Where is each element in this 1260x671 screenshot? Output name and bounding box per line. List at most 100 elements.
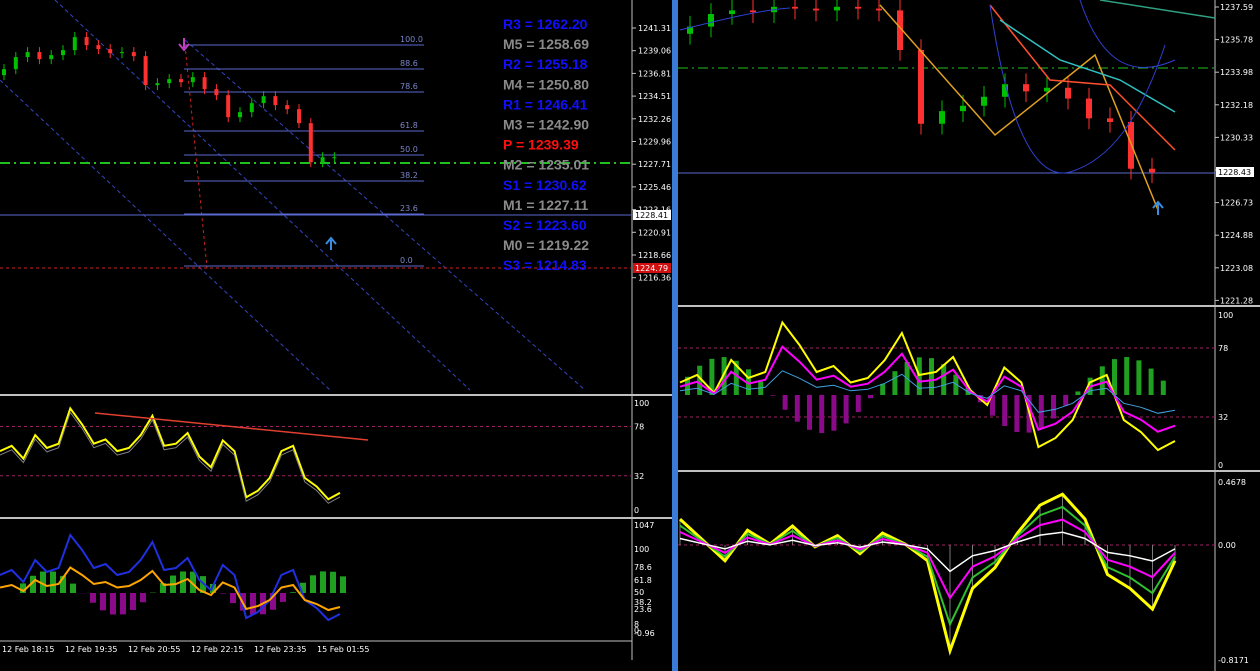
right-osc1-histogram-bar (770, 395, 776, 396)
osc2-histogram-bar (70, 583, 76, 593)
right-osc1-histogram-bar (855, 395, 861, 412)
right-bollinger-upper (679, 0, 1176, 68)
red-price-tag: 1224.79 (635, 264, 668, 273)
pivot-label: M4 = 1250.80 (503, 76, 589, 92)
price-tick-label: 1236.81 (638, 69, 671, 78)
right-candle-body (750, 10, 756, 13)
time-tick-label: 15 Feb 01:55 (317, 645, 369, 654)
right-candle-body (855, 6, 861, 9)
osc1-tick-label: 32 (634, 472, 644, 481)
osc2-histogram-bar (310, 575, 316, 593)
right-osc1-histogram-bar (782, 395, 788, 410)
osc2-tick-label: 1047 (634, 521, 654, 530)
price-tick-label: 1225.46 (638, 183, 671, 192)
pivot-label: M3 = 1242.90 (503, 117, 589, 133)
right-candle-body (834, 6, 840, 11)
osc2-tick-label: 78.6 (634, 563, 652, 572)
pivot-label: R2 = 1255.18 (503, 56, 588, 72)
right-osc1-histogram-bar (929, 358, 934, 395)
pivot-label: S3 = 1214.83 (503, 257, 587, 273)
right-price-tick-label: 1235.78 (1220, 36, 1253, 45)
price-tick-label: 1239.06 (638, 47, 671, 56)
time-tick-label: 12 Feb 18:15 (2, 645, 54, 654)
right-candle-body (1107, 118, 1113, 122)
candle-body (332, 157, 337, 159)
osc2-histogram-bar (100, 593, 106, 611)
right-osc1-histogram-bar (1051, 395, 1056, 419)
right-price-tick-label: 1221.28 (1220, 296, 1253, 305)
price-tick-label: 1227.71 (638, 160, 671, 169)
fib-label-0.0: 0.0 (400, 256, 413, 265)
right-candle-body (939, 111, 945, 124)
osc2-histogram-bar (120, 593, 126, 615)
candle-body (273, 96, 278, 106)
right-price-tick-label: 1230.33 (1220, 133, 1253, 142)
fib-label-78.6: 78.6 (400, 82, 418, 91)
right-oscillator-2 (678, 492, 1215, 656)
price-tick-label: 1220.91 (638, 228, 671, 237)
right-osc1-histogram-bar (843, 395, 849, 424)
right-current-price-tag: 1228.43 (1218, 168, 1251, 177)
candle-body (37, 52, 42, 60)
time-tick-label: 12 Feb 19:35 (65, 645, 117, 654)
right-osc1-histogram-bar (794, 395, 800, 422)
right-candle-body (708, 14, 714, 27)
fib-label-88.6: 88.6 (400, 59, 418, 68)
right-osc2-tick-label: 0.00 (1218, 541, 1236, 550)
candle-body (25, 52, 30, 58)
right-main-chart (678, 0, 1216, 215)
osc2-histogram-bar (220, 593, 226, 594)
osc2-histogram-bar (130, 593, 136, 611)
time-tick-label: 12 Feb 20:55 (128, 645, 180, 654)
right-price-tick-label: 1237.59 (1220, 3, 1253, 12)
right-candle-body (813, 8, 819, 11)
osc2-histogram-bar (110, 593, 116, 615)
pivot-label: R1 = 1246.41 (503, 96, 588, 112)
candle-body (61, 50, 65, 56)
fib-label-100.0: 100.0 (400, 35, 423, 44)
candle-body (96, 45, 101, 50)
right-price-axis: 1237.59 1235.78 1233.98 1232.18 1230.33 1228.… (1215, 3, 1253, 665)
candle-body (155, 83, 160, 86)
osc2-histogram-bar (320, 571, 326, 593)
candle-body (167, 79, 172, 84)
right-osc1-histogram-bar (1160, 380, 1166, 395)
osc2-histogram-bar (340, 576, 346, 593)
pivot-label: S2 = 1223.60 (503, 217, 587, 233)
fib-label-61.8: 61.8 (400, 121, 418, 130)
right-ma-red (989, 4, 1176, 151)
right-osc1-histogram-bar (819, 395, 825, 433)
right-price-tick-label: 1233.98 (1220, 68, 1253, 77)
osc2-histogram-bar (230, 593, 236, 604)
right-osc1-histogram-bar (807, 395, 812, 430)
right-candle-body (876, 8, 882, 11)
osc2-histogram-bar (290, 592, 296, 593)
candle-body (297, 109, 301, 124)
right-osc1-histogram-bar (941, 364, 947, 395)
right-osc1-histogram-bar (868, 395, 873, 399)
right-osc1-histogram-bar (1075, 391, 1081, 395)
osc1-tick-label: 100 (634, 399, 649, 408)
fib-label-38.2: 38.2 (400, 171, 418, 180)
right-candle-body (981, 96, 987, 106)
right-osc1-histogram-bar (1063, 395, 1069, 406)
right-osc1-histogram-bar (916, 357, 922, 395)
right-osc2-tick-label: 0.4678 (1218, 478, 1246, 487)
osc2-tick-label: 100 (634, 545, 649, 554)
right-candle-body (960, 105, 966, 112)
osc2-histogram-bar (50, 571, 56, 593)
right-ma-green (1099, 0, 1216, 19)
candle-body (143, 56, 148, 86)
osc2-histogram-bar (250, 593, 256, 615)
candle-body (261, 96, 266, 104)
pivot-label: M2 = 1235.01 (503, 157, 589, 173)
price-tick-label: 1232.26 (638, 115, 671, 124)
osc2-tick-label: -0.96 (634, 629, 655, 638)
candle-body (2, 69, 6, 76)
pivot-label: M0 = 1219.22 (503, 237, 589, 253)
right-osc1-histogram-bar (1002, 395, 1008, 427)
price-tick-label: 1241.31 (638, 24, 671, 33)
right-osc1-tick-label: 78 (1218, 344, 1228, 353)
osc2-histogram-bar (330, 571, 336, 593)
window-divider[interactable] (672, 0, 678, 671)
